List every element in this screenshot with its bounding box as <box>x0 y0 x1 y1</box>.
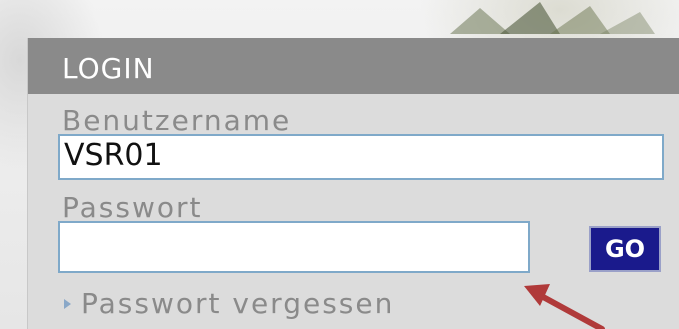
annotation-arrow-icon <box>524 284 605 329</box>
background-plant <box>450 2 655 34</box>
login-header: LOGIN <box>28 38 679 94</box>
forgot-password-link[interactable]: Passwort vergessen <box>64 287 394 320</box>
username-input[interactable]: VSR01 <box>58 134 664 180</box>
username-label: Benutzername <box>62 104 292 137</box>
go-button[interactable]: GO <box>589 226 661 272</box>
bullet-arrow-icon <box>64 298 71 309</box>
password-input[interactable] <box>58 221 530 273</box>
password-label: Passwort <box>62 191 203 224</box>
forgot-password-label: Passwort vergessen <box>81 287 395 320</box>
login-title: LOGIN <box>62 52 155 85</box>
